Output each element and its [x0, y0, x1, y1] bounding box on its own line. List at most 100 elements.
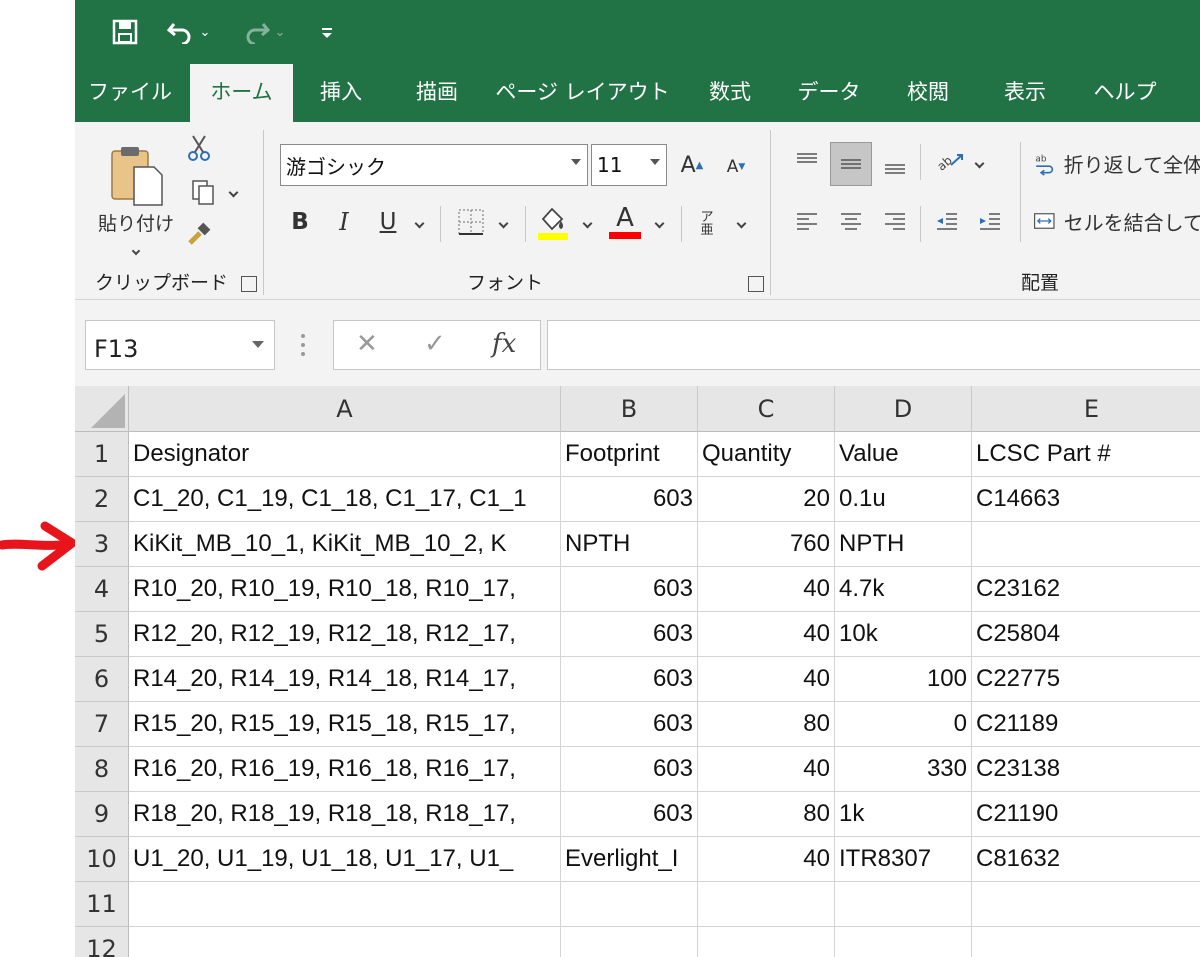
- insert-function-icon[interactable]: fx: [492, 329, 516, 359]
- wrap-text-button[interactable]: ab 折り返して全体: [1033, 144, 1200, 182]
- merge-center-button[interactable]: セルを結合して: [1033, 202, 1200, 240]
- borders-dropdown[interactable]: [493, 208, 513, 238]
- cell-a5[interactable]: R12_20, R12_19, R12_18, R12_17,: [129, 612, 561, 657]
- cell-d6[interactable]: 100: [835, 657, 972, 702]
- cut-icon[interactable]: [183, 132, 215, 164]
- cell-e9[interactable]: C21190: [972, 792, 1200, 837]
- orientation-icon[interactable]: ab: [930, 142, 970, 182]
- underline-button[interactable]: U: [373, 202, 403, 242]
- redo-icon[interactable]: ⌄: [238, 14, 288, 50]
- cell-e12[interactable]: [972, 927, 1200, 957]
- font-color-dropdown[interactable]: [649, 208, 669, 238]
- select-all-corner[interactable]: [75, 386, 129, 432]
- cell-d4[interactable]: 4.7k: [835, 567, 972, 612]
- font-size-dropdown-icon[interactable]: [650, 159, 660, 165]
- cell-a6[interactable]: R14_20, R14_19, R14_18, R14_17,: [129, 657, 561, 702]
- cell-a10[interactable]: U1_20, U1_19, U1_18, U1_17, U1_: [129, 837, 561, 882]
- cell-b9[interactable]: 603: [561, 792, 698, 837]
- cell-b8[interactable]: 603: [561, 747, 698, 792]
- align-middle-icon[interactable]: [830, 142, 872, 186]
- increase-indent-icon[interactable]: [973, 202, 1007, 242]
- cancel-icon[interactable]: ✕: [356, 329, 378, 359]
- font-size-combo[interactable]: 11: [591, 144, 667, 186]
- row-header-4[interactable]: 4: [75, 567, 129, 612]
- row-header-12[interactable]: 12: [75, 927, 129, 957]
- row-header-7[interactable]: 7: [75, 702, 129, 747]
- enter-icon[interactable]: ✓: [424, 329, 446, 359]
- orientation-dropdown[interactable]: [969, 148, 989, 178]
- cell-e2[interactable]: C14663: [972, 477, 1200, 522]
- cell-c2[interactable]: 20: [698, 477, 835, 522]
- name-box[interactable]: F13: [85, 320, 275, 370]
- row-header-11[interactable]: 11: [75, 882, 129, 927]
- clipboard-launcher-icon[interactable]: [241, 276, 257, 292]
- cell-a11[interactable]: [129, 882, 561, 927]
- align-top-icon[interactable]: [790, 142, 824, 182]
- cell-d2[interactable]: 0.1u: [835, 477, 972, 522]
- align-center-icon[interactable]: [834, 202, 868, 242]
- cell-d3[interactable]: NPTH: [835, 522, 972, 567]
- font-color-button[interactable]: A: [607, 200, 643, 242]
- align-right-icon[interactable]: [878, 202, 912, 242]
- column-header-c[interactable]: C: [698, 386, 835, 432]
- cell-a8[interactable]: R16_20, R16_19, R16_18, R16_17,: [129, 747, 561, 792]
- tab-formulas[interactable]: 数式: [690, 64, 770, 122]
- column-header-e[interactable]: E: [972, 386, 1200, 432]
- cell-b2[interactable]: 603: [561, 477, 698, 522]
- cell-c12[interactable]: [698, 927, 835, 957]
- cell-e8[interactable]: C23138: [972, 747, 1200, 792]
- cell-c4[interactable]: 40: [698, 567, 835, 612]
- bold-button[interactable]: B: [285, 202, 315, 242]
- align-bottom-icon[interactable]: [878, 144, 912, 184]
- row-header-2[interactable]: 2: [75, 477, 129, 522]
- fill-color-dropdown[interactable]: [577, 208, 597, 238]
- decrease-indent-icon[interactable]: [930, 202, 964, 242]
- tab-help[interactable]: ヘルプ: [1080, 64, 1170, 122]
- cell-e4[interactable]: C23162: [972, 567, 1200, 612]
- cell-b1[interactable]: Footprint: [561, 432, 698, 477]
- cell-d12[interactable]: [835, 927, 972, 957]
- tab-review[interactable]: 校閲: [890, 64, 966, 122]
- fill-color-button[interactable]: [535, 202, 571, 242]
- tab-page-layout[interactable]: ページ レイアウト: [495, 64, 670, 122]
- cell-d7[interactable]: 0: [835, 702, 972, 747]
- cell-e1[interactable]: LCSC Part #: [972, 432, 1200, 477]
- cell-b11[interactable]: [561, 882, 698, 927]
- cell-e11[interactable]: [972, 882, 1200, 927]
- row-header-8[interactable]: 8: [75, 747, 129, 792]
- cell-a1[interactable]: Designator: [129, 432, 561, 477]
- column-header-d[interactable]: D: [835, 386, 972, 432]
- cell-a2[interactable]: C1_20, C1_19, C1_18, C1_17, C1_1: [129, 477, 561, 522]
- cell-a12[interactable]: [129, 927, 561, 957]
- cell-b10[interactable]: Everlight_I: [561, 837, 698, 882]
- cell-d11[interactable]: [835, 882, 972, 927]
- cell-d1[interactable]: Value: [835, 432, 972, 477]
- tab-view[interactable]: 表示: [985, 64, 1065, 122]
- cell-e3[interactable]: [972, 522, 1200, 567]
- align-left-icon[interactable]: [790, 202, 824, 242]
- row-header-10[interactable]: 10: [75, 837, 129, 882]
- row-header-5[interactable]: 5: [75, 612, 129, 657]
- name-box-dropdown-icon[interactable]: [252, 341, 264, 348]
- cell-c6[interactable]: 40: [698, 657, 835, 702]
- tab-data[interactable]: データ: [787, 64, 871, 122]
- customize-qat-icon[interactable]: [315, 14, 339, 50]
- cell-c10[interactable]: 40: [698, 837, 835, 882]
- row-header-3[interactable]: 3: [75, 522, 129, 567]
- cell-b4[interactable]: 603: [561, 567, 698, 612]
- cell-c9[interactable]: 80: [698, 792, 835, 837]
- cell-a7[interactable]: R15_20, R15_19, R15_18, R15_17,: [129, 702, 561, 747]
- cell-b5[interactable]: 603: [561, 612, 698, 657]
- cell-c11[interactable]: [698, 882, 835, 927]
- phonetic-guide-button[interactable]: ア亜: [693, 206, 721, 242]
- cell-b3[interactable]: NPTH: [561, 522, 698, 567]
- cell-b6[interactable]: 603: [561, 657, 698, 702]
- undo-icon[interactable]: ⌄: [163, 14, 213, 50]
- phonetic-dropdown[interactable]: [731, 208, 751, 238]
- tab-file[interactable]: ファイル: [83, 64, 177, 122]
- paste-button[interactable]: 貼り付け: [95, 134, 177, 264]
- font-name-combo[interactable]: 游ゴシック: [280, 144, 588, 186]
- tab-draw[interactable]: 描画: [397, 64, 477, 122]
- cell-d10[interactable]: ITR8307: [835, 837, 972, 882]
- borders-icon[interactable]: [453, 204, 489, 240]
